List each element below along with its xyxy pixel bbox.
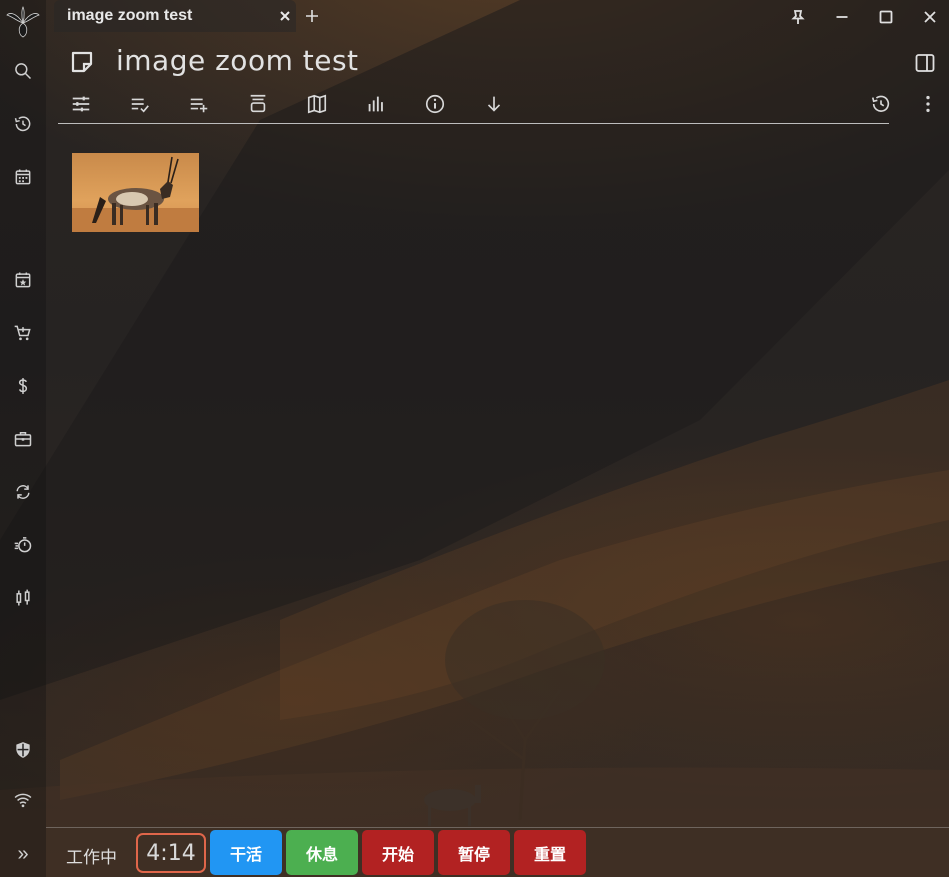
candlestick-icon[interactable] xyxy=(10,585,36,611)
close-window-icon[interactable] xyxy=(919,6,941,28)
maximize-icon[interactable] xyxy=(875,6,897,28)
oryx-photo-icon[interactable] xyxy=(72,153,199,232)
history-icon[interactable] xyxy=(10,111,36,137)
briefcase-icon[interactable] xyxy=(10,426,36,452)
rest-button-label: 休息 xyxy=(305,844,338,864)
checklist-icon[interactable] xyxy=(128,92,152,116)
pin-icon[interactable] xyxy=(787,6,809,28)
start-button-label: 开始 xyxy=(381,844,414,864)
tab-image-zoom-test[interactable]: image zoom test xyxy=(54,0,296,32)
promoted-attributes-icon[interactable] xyxy=(246,92,270,116)
work-button[interactable]: 干活 xyxy=(210,830,282,875)
timer-icon[interactable] xyxy=(10,532,36,558)
download-icon[interactable] xyxy=(482,92,506,116)
expand-icon[interactable]: » xyxy=(10,841,36,867)
properties-icon[interactable] xyxy=(69,92,93,116)
pause-button-label: 暂停 xyxy=(457,844,490,864)
more-options-icon[interactable] xyxy=(916,92,940,116)
add-list-icon[interactable] xyxy=(187,92,211,116)
expand-glyph: » xyxy=(17,842,29,865)
reset-button[interactable]: 重置 xyxy=(514,830,586,875)
sync-icon[interactable] xyxy=(10,479,36,505)
stats-icon[interactable] xyxy=(364,92,388,116)
tab-bar: image zoom test xyxy=(46,0,949,32)
note-type-icon xyxy=(70,50,94,74)
calendar-star-icon[interactable] xyxy=(10,267,36,293)
toolbar-divider xyxy=(58,123,889,124)
work-button-label: 干活 xyxy=(229,844,262,864)
calendar-icon[interactable] xyxy=(10,164,36,190)
rest-button[interactable]: 休息 xyxy=(286,830,358,875)
search-icon[interactable] xyxy=(10,58,36,84)
reset-button-label: 重置 xyxy=(533,844,566,864)
revisions-icon[interactable] xyxy=(869,92,893,116)
pomodoro-status: 工作中 xyxy=(66,848,117,868)
bottom-divider xyxy=(46,827,949,828)
pause-button[interactable]: 暂停 xyxy=(438,830,510,875)
app-logo-icon[interactable] xyxy=(5,3,41,39)
pomodoro-timer: 4:14 xyxy=(136,833,206,873)
pomodoro-time: 4:14 xyxy=(146,840,196,866)
launcher-sidebar: » xyxy=(0,0,46,877)
start-button[interactable]: 开始 xyxy=(362,830,434,875)
tab-title: image zoom test xyxy=(67,7,193,24)
close-tab-icon[interactable] xyxy=(278,9,292,23)
toggle-right-pane-icon[interactable] xyxy=(914,52,936,74)
wifi-icon[interactable] xyxy=(10,787,36,813)
info-icon[interactable] xyxy=(423,92,447,116)
new-tab-icon[interactable] xyxy=(304,8,320,24)
dollar-icon[interactable] xyxy=(10,373,36,399)
minimize-icon[interactable] xyxy=(831,6,853,28)
background-dunes xyxy=(0,0,949,877)
map-icon[interactable] xyxy=(305,92,329,116)
shield-icon[interactable] xyxy=(10,737,36,763)
cart-icon[interactable] xyxy=(10,320,36,346)
note-title[interactable]: image zoom test xyxy=(116,44,359,77)
